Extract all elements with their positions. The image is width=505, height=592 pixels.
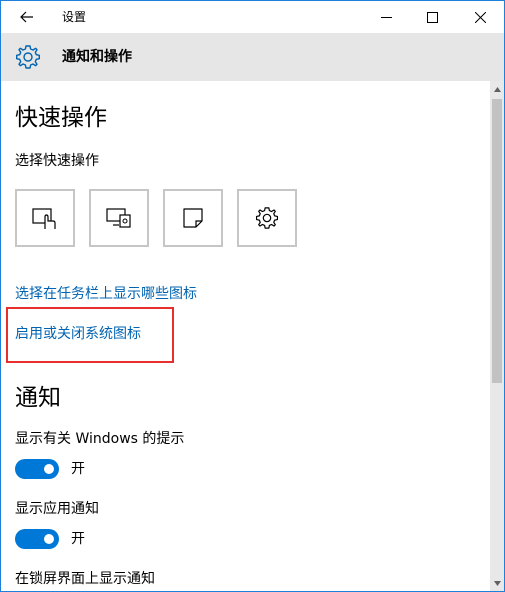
toggle-knob bbox=[44, 534, 54, 544]
settings-gear-icon bbox=[16, 45, 40, 69]
tablet-mode-icon bbox=[32, 208, 56, 229]
quick-actions-heading: 快速操作 bbox=[15, 105, 107, 131]
lock-screen-notifications-label: 在锁屏界面上显示通知 bbox=[15, 571, 155, 587]
close-button[interactable] bbox=[457, 1, 503, 33]
content-area: 快速操作 选择快速操作 选择在任务栏上显示哪些图标 启用或关闭系统图标 通知 显… bbox=[1, 81, 490, 591]
app-notifications-label: 显示应用通知 bbox=[15, 501, 99, 517]
page-title: 通知和操作 bbox=[62, 49, 132, 65]
quick-action-tile-project[interactable] bbox=[89, 189, 149, 247]
quick-actions-subtitle: 选择快速操作 bbox=[15, 153, 99, 169]
vertical-scrollbar[interactable] bbox=[490, 81, 504, 591]
page-header: 通知和操作 bbox=[1, 33, 504, 81]
window-title: 设置 bbox=[62, 10, 87, 24]
title-bar: 设置 bbox=[1, 1, 504, 33]
scroll-thumb[interactable] bbox=[492, 99, 502, 383]
minimize-button[interactable] bbox=[363, 1, 409, 33]
note-icon bbox=[183, 208, 203, 228]
project-icon bbox=[106, 208, 131, 228]
back-button[interactable] bbox=[7, 1, 47, 33]
quick-action-tile-settings[interactable] bbox=[237, 189, 297, 247]
system-icons-link[interactable]: 启用或关闭系统图标 bbox=[15, 324, 141, 344]
back-arrow-icon bbox=[20, 11, 33, 23]
minimize-icon bbox=[380, 16, 392, 18]
close-icon bbox=[474, 11, 486, 23]
toggle-knob bbox=[44, 464, 54, 474]
maximize-icon bbox=[426, 11, 438, 23]
windows-tips-label: 显示有关 Windows 的提示 bbox=[15, 431, 185, 447]
windows-tips-state: 开 bbox=[71, 461, 85, 477]
scroll-up-button[interactable] bbox=[490, 81, 504, 97]
taskbar-icons-link[interactable]: 选择在任务栏上显示哪些图标 bbox=[15, 284, 197, 304]
quick-action-tile-tablet-mode[interactable] bbox=[15, 189, 75, 247]
maximize-button[interactable] bbox=[409, 1, 455, 33]
scroll-up-arrow-icon bbox=[493, 86, 501, 92]
quick-action-tile-note[interactable] bbox=[163, 189, 223, 247]
settings-window: 设置 通知和操作 快速操作 选择快速操作 选择在任务栏上显示哪些图标 启用或关闭… bbox=[0, 0, 505, 592]
scroll-down-arrow-icon bbox=[493, 580, 501, 586]
app-notifications-toggle[interactable] bbox=[15, 529, 59, 549]
windows-tips-toggle[interactable] bbox=[15, 459, 59, 479]
scroll-down-button[interactable] bbox=[490, 575, 504, 591]
app-notifications-state: 开 bbox=[71, 531, 85, 547]
notifications-heading: 通知 bbox=[15, 385, 61, 411]
settings-gear-icon bbox=[255, 207, 279, 229]
